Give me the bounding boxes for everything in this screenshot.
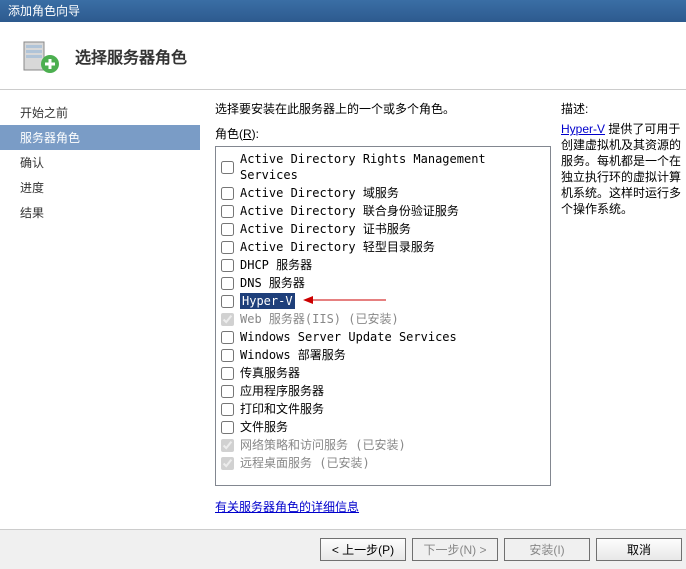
role-checkbox-2[interactable]	[221, 205, 234, 218]
role-row-2[interactable]: Active Directory 联合身份验证服务	[219, 202, 547, 220]
description-link[interactable]: Hyper-V	[561, 122, 605, 136]
role-checkbox-10[interactable]	[221, 349, 234, 362]
role-checkbox-16	[221, 457, 234, 470]
role-checkbox-14[interactable]	[221, 421, 234, 434]
info-link[interactable]: 有关服务器角色的详细信息	[215, 500, 359, 514]
role-label-12: 应用程序服务器	[240, 383, 324, 399]
role-row-8: Web 服务器(IIS) (已安装)	[219, 310, 547, 328]
role-label-0: Active Directory Rights Management Servi…	[240, 151, 545, 183]
role-row-13[interactable]: 打印和文件服务	[219, 400, 547, 418]
role-checkbox-11[interactable]	[221, 367, 234, 380]
role-checkbox-7[interactable]	[221, 295, 234, 308]
wizard-header: 选择服务器角色	[0, 22, 686, 90]
description-text: Hyper-V 提供了可用于创建虚拟机及其资源的服务。每机都是一个在独立执行环的…	[561, 121, 686, 217]
role-checkbox-1[interactable]	[221, 187, 234, 200]
role-row-15: 网络策略和访问服务 (已安装)	[219, 436, 547, 454]
role-label-13: 打印和文件服务	[240, 401, 324, 417]
instruction-text: 选择要安装在此服务器上的一个或多个角色。	[215, 100, 551, 117]
wizard-footer: < 上一步(P) 下一步(N) > 安装(I) 取消	[0, 529, 686, 569]
role-label-1: Active Directory 域服务	[240, 185, 399, 201]
role-row-9[interactable]: Windows Server Update Services	[219, 328, 547, 346]
role-checkbox-13[interactable]	[221, 403, 234, 416]
role-row-12[interactable]: 应用程序服务器	[219, 382, 547, 400]
sidebar-item-4[interactable]: 结果	[0, 200, 200, 225]
role-row-6[interactable]: DNS 服务器	[219, 274, 547, 292]
install-button[interactable]: 安装(I)	[504, 538, 590, 561]
role-checkbox-0[interactable]	[221, 161, 234, 174]
roles-listbox[interactable]: Active Directory Rights Management Servi…	[215, 146, 551, 486]
role-row-5[interactable]: DHCP 服务器	[219, 256, 547, 274]
role-label-6: DNS 服务器	[240, 275, 305, 291]
info-link-container: 有关服务器角色的详细信息	[215, 498, 551, 515]
role-checkbox-15	[221, 439, 234, 452]
role-row-16: 远程桌面服务 (已安装)	[219, 454, 547, 472]
role-label-7: Hyper-V	[240, 293, 295, 309]
role-label-9: Windows Server Update Services	[240, 329, 457, 345]
role-row-7[interactable]: Hyper-V	[219, 292, 547, 310]
role-label-14: 文件服务	[240, 419, 288, 435]
role-label-10: Windows 部署服务	[240, 347, 346, 363]
roles-label: 角色(R):	[215, 125, 551, 142]
role-label-8: Web 服务器(IIS) (已安装)	[240, 311, 399, 327]
role-label-11: 传真服务器	[240, 365, 300, 381]
prev-button[interactable]: < 上一步(P)	[320, 538, 406, 561]
sidebar-item-3[interactable]: 进度	[0, 175, 200, 200]
wizard-body: 开始之前服务器角色确认进度结果 选择要安装在此服务器上的一个或多个角色。 角色(…	[0, 90, 686, 530]
role-row-0[interactable]: Active Directory Rights Management Servi…	[219, 150, 547, 184]
wizard-sidebar: 开始之前服务器角色确认进度结果	[0, 90, 200, 530]
role-row-14[interactable]: 文件服务	[219, 418, 547, 436]
role-checkbox-8	[221, 313, 234, 326]
role-checkbox-12[interactable]	[221, 385, 234, 398]
sidebar-item-2[interactable]: 确认	[0, 150, 200, 175]
role-row-11[interactable]: 传真服务器	[219, 364, 547, 382]
role-checkbox-3[interactable]	[221, 223, 234, 236]
sidebar-item-0[interactable]: 开始之前	[0, 100, 200, 125]
page-title: 选择服务器角色	[75, 44, 187, 68]
role-label-2: Active Directory 联合身份验证服务	[240, 203, 459, 219]
role-checkbox-4[interactable]	[221, 241, 234, 254]
role-checkbox-5[interactable]	[221, 259, 234, 272]
role-label-16: 远程桌面服务 (已安装)	[240, 455, 370, 471]
role-row-1[interactable]: Active Directory 域服务	[219, 184, 547, 202]
role-row-4[interactable]: Active Directory 轻型目录服务	[219, 238, 547, 256]
arrow-annotation-icon	[301, 293, 391, 309]
window-titlebar: 添加角色向导	[0, 0, 686, 22]
role-label-5: DHCP 服务器	[240, 257, 312, 273]
window-title: 添加角色向导	[8, 4, 80, 18]
cancel-button[interactable]: 取消	[596, 538, 682, 561]
sidebar-item-1[interactable]: 服务器角色	[0, 125, 200, 150]
role-label-4: Active Directory 轻型目录服务	[240, 239, 435, 255]
description-title: 描述:	[561, 100, 686, 117]
role-label-15: 网络策略和访问服务 (已安装)	[240, 437, 406, 453]
next-button[interactable]: 下一步(N) >	[412, 538, 498, 561]
role-checkbox-6[interactable]	[221, 277, 234, 290]
main-panel: 选择要安装在此服务器上的一个或多个角色。 角色(R): Active Direc…	[200, 90, 686, 530]
role-checkbox-9[interactable]	[221, 331, 234, 344]
description-body: 提供了可用于创建虚拟机及其资源的服务。每机都是一个在独立执行环的虚拟计算机系统。…	[561, 122, 681, 216]
role-row-10[interactable]: Windows 部署服务	[219, 346, 547, 364]
role-row-3[interactable]: Active Directory 证书服务	[219, 220, 547, 238]
server-role-icon	[20, 36, 60, 76]
role-label-3: Active Directory 证书服务	[240, 221, 411, 237]
